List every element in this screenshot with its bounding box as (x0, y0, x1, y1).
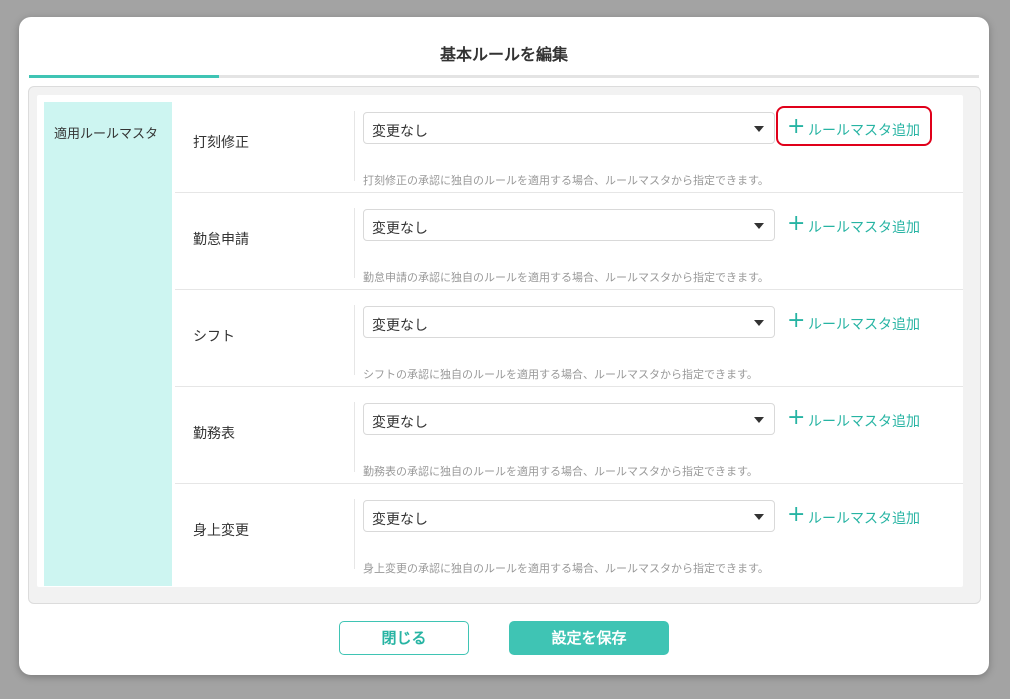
add-rule-master-button[interactable]: + ルールマスタ追加 (787, 209, 921, 241)
rule-select[interactable]: 変更なし (363, 500, 775, 532)
add-button-label: ルールマスタ追加 (808, 511, 920, 527)
select-value: 変更なし (372, 512, 428, 528)
row-hint: 身上変更の承認に独自のルールを適用する場合、ルールマスタから指定できます。 (363, 562, 769, 575)
add-button-label: ルールマスタ追加 (808, 414, 920, 430)
divider (354, 305, 355, 375)
rule-select[interactable]: 変更なし (363, 112, 775, 144)
rule-select[interactable]: 変更なし (363, 209, 775, 241)
settings-panel: 適用ルールマスタ 打刻修正 変更なし + ルールマスタ追加 打刻修正の承認に独自… (28, 86, 981, 604)
divider (354, 402, 355, 472)
rule-row-shift: シフト 変更なし + ルールマスタ追加 シフトの承認に独自のルールを適用する場合… (175, 289, 963, 387)
add-button-label: ルールマスタ追加 (808, 123, 920, 139)
add-rule-master-button[interactable]: + ルールマスタ追加 (787, 403, 921, 435)
chevron-down-icon (754, 126, 764, 132)
chevron-down-icon (754, 223, 764, 229)
add-rule-master-button[interactable]: + ルールマスタ追加 (787, 500, 921, 532)
chevron-down-icon (754, 320, 764, 326)
row-label: 身上変更 (193, 523, 249, 539)
add-rule-master-button[interactable]: + ルールマスタ追加 (776, 106, 932, 146)
row-label: 勤務表 (193, 426, 235, 442)
rule-row-personal-change: 身上変更 変更なし + ルールマスタ追加 身上変更の承認に独自のルールを適用する… (175, 483, 963, 580)
divider (354, 208, 355, 278)
plus-icon: + (787, 308, 806, 333)
row-hint: 勤務表の承認に独自のルールを適用する場合、ルールマスタから指定できます。 (363, 465, 758, 478)
rule-row-stamp-correction: 打刻修正 変更なし + ルールマスタ追加 打刻修正の承認に独自のルールを適用する… (175, 95, 963, 193)
edit-rule-dialog: 基本ルールを編集 適用ルールマスタ 打刻修正 変更なし + ルールマスタ追加 打… (19, 17, 989, 675)
divider (354, 499, 355, 569)
rule-row-attendance-request: 勤怠申請 変更なし + ルールマスタ追加 勤怠申請の承認に独自のルールを適用する… (175, 192, 963, 290)
plus-icon: + (787, 502, 806, 527)
select-value: 変更なし (372, 415, 428, 431)
settings-inner: 適用ルールマスタ 打刻修正 変更なし + ルールマスタ追加 打刻修正の承認に独自… (37, 95, 963, 587)
add-button-label: ルールマスタ追加 (808, 220, 920, 236)
row-label: シフト (193, 329, 235, 345)
sidebar-section: 適用ルールマスタ (44, 102, 172, 586)
plus-icon: + (787, 211, 806, 236)
divider (354, 111, 355, 181)
add-button-label: ルールマスタ追加 (808, 317, 920, 333)
row-label: 打刻修正 (193, 135, 249, 151)
rule-row-timesheet: 勤務表 変更なし + ルールマスタ追加 勤務表の承認に独自のルールを適用する場合… (175, 386, 963, 484)
select-value: 変更なし (372, 221, 428, 237)
tab-active-indicator (29, 75, 219, 78)
chevron-down-icon (754, 417, 764, 423)
plus-icon: + (787, 405, 806, 430)
rule-select[interactable]: 変更なし (363, 403, 775, 435)
rule-select[interactable]: 変更なし (363, 306, 775, 338)
select-value: 変更なし (372, 124, 428, 140)
chevron-down-icon (754, 514, 764, 520)
select-value: 変更なし (372, 318, 428, 334)
save-settings-button[interactable]: 設定を保存 (509, 621, 669, 655)
close-button[interactable]: 閉じる (339, 621, 469, 655)
sidebar-label: 適用ルールマスタ (54, 127, 159, 142)
row-hint: シフトの承認に独自のルールを適用する場合、ルールマスタから指定できます。 (363, 368, 758, 381)
plus-icon: + (787, 114, 806, 139)
row-hint: 打刻修正の承認に独自のルールを適用する場合、ルールマスタから指定できます。 (363, 174, 769, 187)
add-rule-master-button[interactable]: + ルールマスタ追加 (787, 306, 921, 338)
dialog-title: 基本ルールを編集 (439, 45, 568, 64)
row-hint: 勤怠申請の承認に独自のルールを適用する場合、ルールマスタから指定できます。 (363, 271, 769, 284)
row-label: 勤怠申請 (193, 232, 249, 248)
